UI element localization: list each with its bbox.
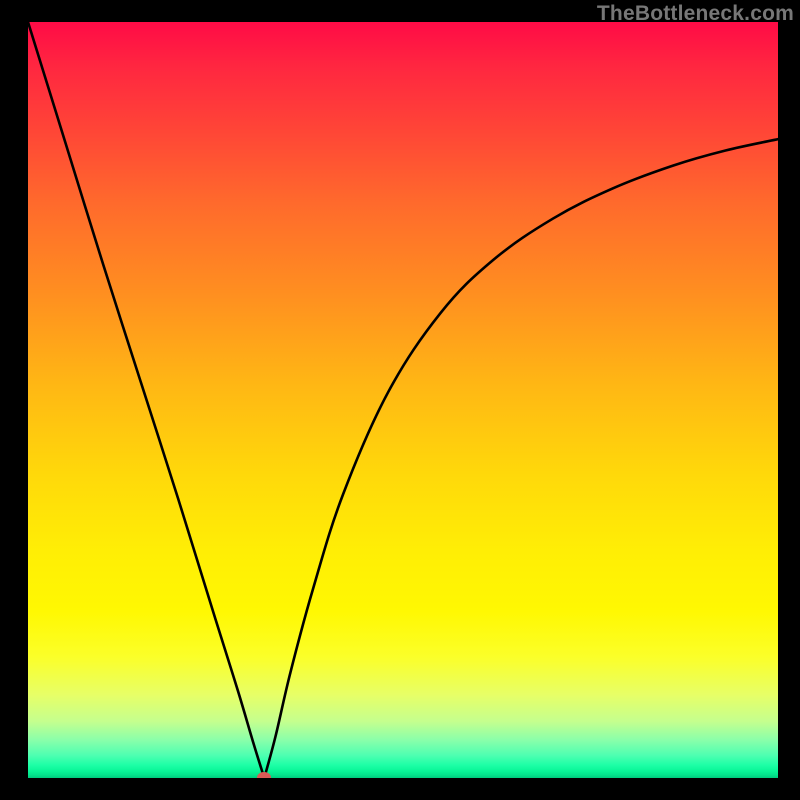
plot-area xyxy=(28,22,778,778)
watermark-text: TheBottleneck.com xyxy=(597,2,794,26)
chart-frame: TheBottleneck.com xyxy=(0,0,800,800)
notch-marker xyxy=(257,772,271,778)
bottleneck-curve xyxy=(28,22,778,778)
curve-svg xyxy=(28,22,778,778)
